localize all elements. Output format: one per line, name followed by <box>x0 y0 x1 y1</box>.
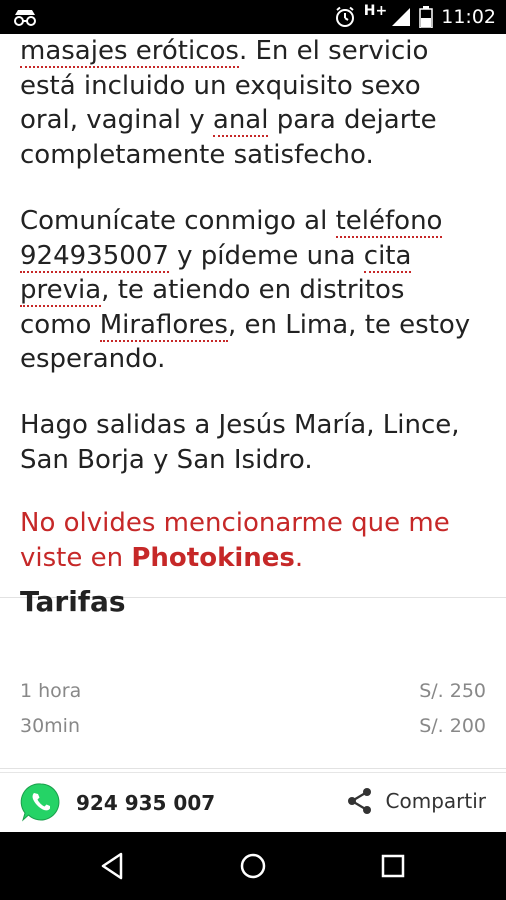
whatsapp-phone-number[interactable]: 924 935 007 <box>76 791 215 815</box>
keyword-link[interactable]: teléfono <box>335 206 443 238</box>
keyword-link[interactable]: Miraflores <box>99 309 228 342</box>
signal-icon <box>392 8 411 26</box>
whatsapp-icon[interactable] <box>20 781 62 823</box>
share-label: Compartir <box>385 789 486 813</box>
rate-price: S/. 250 <box>419 680 486 702</box>
share-button[interactable]: Compartir <box>346 787 486 815</box>
divider <box>0 768 506 769</box>
network-type: H+ <box>363 3 388 19</box>
rate-row: 1 hora S/. 250 <box>20 680 486 706</box>
keyword-link[interactable]: anal <box>212 105 269 137</box>
incognito-icon <box>14 10 36 26</box>
share-icon <box>347 788 371 814</box>
rate-price: S/. 200 <box>419 715 486 737</box>
contact-action-bar: 924 935 007 Compartir <box>0 772 506 833</box>
text: y pídeme una <box>168 240 364 271</box>
rate-duration: 1 hora <box>20 680 82 702</box>
battery-icon <box>419 6 433 28</box>
recents-icon[interactable] <box>377 850 409 882</box>
clock: 11:02 <box>441 6 496 28</box>
brand-name: Photokines <box>131 542 295 573</box>
back-icon[interactable] <box>97 850 129 882</box>
keyword-link[interactable]: masajes eróticos <box>20 36 239 68</box>
text: Comunícate conmigo al <box>20 206 336 236</box>
paragraph-mention: No olvides mencionarme que me viste en P… <box>0 506 506 575</box>
status-bar: H+ 11:02 <box>0 0 506 34</box>
text: . <box>294 542 304 573</box>
paragraph-services: masajes eróticos. En el servicio está in… <box>0 34 506 172</box>
paragraph-districts: Hago salidas a Jesús María, Lince, San B… <box>20 410 460 475</box>
phone-link[interactable]: 924935007 <box>20 240 169 273</box>
rate-row: 30min S/. 200 <box>20 715 486 741</box>
system-nav-bar <box>0 832 506 900</box>
home-icon[interactable] <box>237 850 269 882</box>
rate-duration: 30min <box>20 715 81 737</box>
paragraph-contact: Comunícate conmigo al teléfono 924935007… <box>0 204 506 377</box>
alarm-icon <box>335 6 354 27</box>
section-title-tarifas: Tarifas <box>20 585 126 618</box>
